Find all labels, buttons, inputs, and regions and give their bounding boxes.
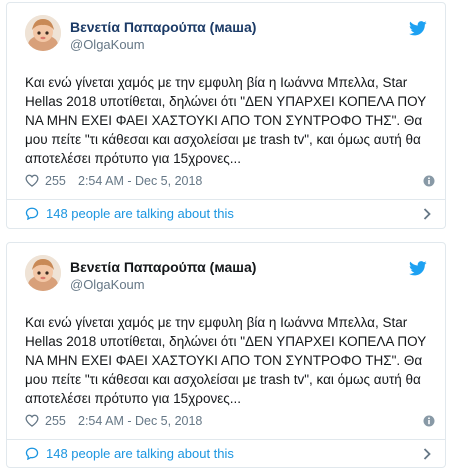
talking-label[interactable]: 148 people are talking about this	[46, 206, 234, 221]
talking-about-link[interactable]: 148 people are talking about this	[25, 205, 431, 225]
tweet-text: Και ενώ γίνεται χαμός με την εμφυλη βία …	[25, 315, 426, 406]
talking-label[interactable]: 148 people are talking about this	[46, 446, 234, 461]
user-handle[interactable]: @OlgaKoum	[70, 277, 145, 292]
user-handle[interactable]: @OlgaKoum	[70, 37, 145, 52]
chevron-right-icon[interactable]	[423, 448, 431, 460]
tweet-card[interactable]: Βενετία Παπαρούπα (маша) @OlgaKoum Και ε…	[6, 242, 446, 468]
heart-icon[interactable]	[25, 414, 39, 427]
tweet-meta: 255 2:54 AM - Dec 5, 2018	[25, 413, 435, 431]
chevron-right-icon[interactable]	[423, 208, 431, 220]
tweet-timestamp[interactable]: 2:54 AM - Dec 5, 2018	[78, 414, 202, 428]
info-icon[interactable]	[423, 415, 435, 427]
tweet-header: Βενετία Παπαρούπα (маша) @OlgaKoum	[25, 15, 433, 57]
tweet-card[interactable]: Βενετία Παπαρούπα (маша) @OlgaKoum Και ε…	[6, 2, 446, 229]
like-count[interactable]: 255	[45, 414, 66, 428]
talking-about-link[interactable]: 148 people are talking about this	[25, 445, 431, 465]
info-icon[interactable]	[423, 175, 435, 187]
speech-bubble-icon	[25, 207, 39, 220]
tweet-header: Βενετία Παπαρούπα (маша) @OlgaKoum	[25, 255, 433, 297]
divider	[7, 199, 445, 200]
divider	[7, 439, 445, 440]
heart-icon[interactable]	[25, 174, 39, 187]
speech-bubble-icon	[25, 447, 39, 460]
tweet-timestamp[interactable]: 2:54 AM - Dec 5, 2018	[78, 174, 202, 188]
twitter-bird-icon[interactable]	[409, 261, 427, 276]
twitter-bird-icon[interactable]	[409, 21, 427, 36]
avatar[interactable]	[25, 255, 61, 291]
tweet-text: Και ενώ γίνεται χαμός με την εμφυλη βία …	[25, 75, 426, 166]
tweet-meta: 255 2:54 AM - Dec 5, 2018	[25, 173, 435, 191]
display-name[interactable]: Βενετία Παπαρούπα (маша)	[70, 259, 256, 275]
like-count[interactable]: 255	[45, 174, 66, 188]
display-name[interactable]: Βενετία Παπαρούπα (маша)	[70, 19, 256, 35]
avatar[interactable]	[25, 15, 61, 51]
